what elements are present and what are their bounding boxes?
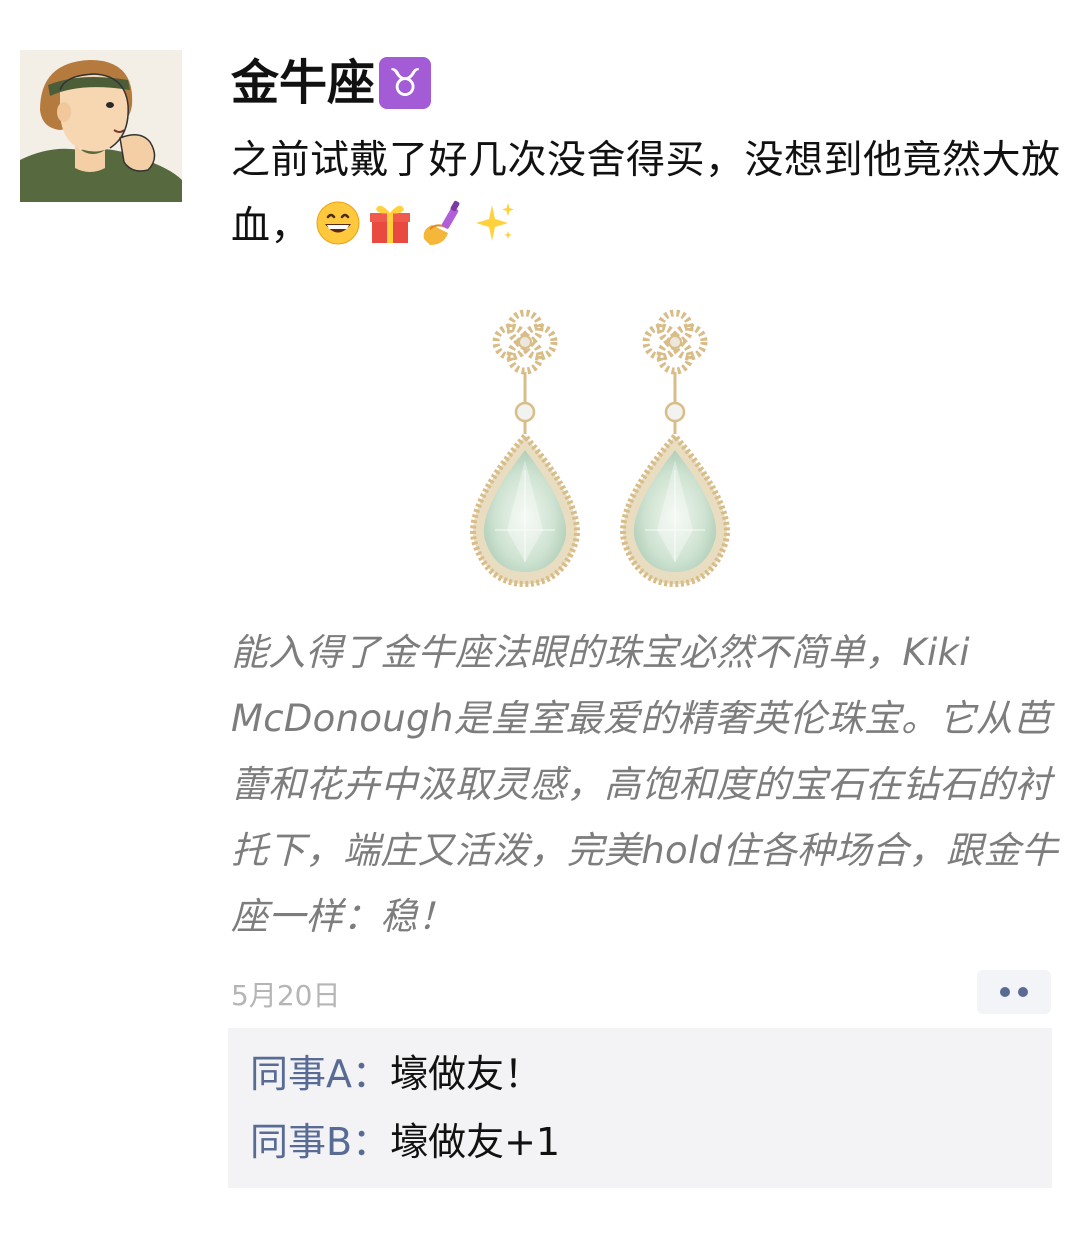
taurus-icon: ♉ bbox=[379, 57, 432, 109]
sparkles-icon bbox=[470, 199, 518, 247]
post-caption: 能入得了金牛座法眼的珠宝必然不简单，Kiki McDonough是皇室最爱的精奢… bbox=[231, 631, 1059, 938]
post-content: 金牛座 ♉ 之前试戴了好几次没舍得买，没想到他竟然大放血， bbox=[231, 52, 1061, 260]
post-header: 金牛座 ♉ bbox=[231, 52, 1061, 114]
avatar[interactable] bbox=[20, 50, 182, 202]
comment-separator: ： bbox=[352, 1052, 391, 1096]
comment-author[interactable]: 同事A bbox=[250, 1052, 352, 1096]
emoji-row bbox=[314, 199, 518, 247]
nail-polish-icon bbox=[418, 199, 466, 247]
wrapped-gift-icon bbox=[366, 199, 414, 247]
dot-icon bbox=[1018, 987, 1028, 997]
post-meta: 5月20日 bbox=[231, 970, 1051, 1016]
earrings-photo[interactable] bbox=[440, 300, 770, 600]
more-actions-button[interactable] bbox=[977, 970, 1051, 1014]
earrings-illustration bbox=[470, 309, 730, 588]
dot-icon bbox=[1000, 987, 1010, 997]
comment-item[interactable]: 同事B：壕做友+1 bbox=[250, 1108, 1030, 1176]
avatar-illustration bbox=[20, 50, 182, 202]
post-body: 之前试戴了好几次没舍得买，没想到他竟然大放血， bbox=[231, 128, 1061, 260]
comment-text: 壕做友+1 bbox=[390, 1120, 561, 1164]
timestamp: 5月20日 bbox=[231, 979, 341, 1012]
grinning-face-icon bbox=[314, 199, 362, 247]
comment-separator: ： bbox=[352, 1120, 391, 1164]
comments-section: 同事A：壕做友！ 同事B：壕做友+1 bbox=[228, 1028, 1052, 1188]
username[interactable]: 金牛座 bbox=[231, 52, 375, 114]
comment-author[interactable]: 同事B bbox=[250, 1120, 352, 1164]
comment-item[interactable]: 同事A：壕做友！ bbox=[250, 1040, 1030, 1108]
comment-text: 壕做友！ bbox=[390, 1052, 543, 1096]
